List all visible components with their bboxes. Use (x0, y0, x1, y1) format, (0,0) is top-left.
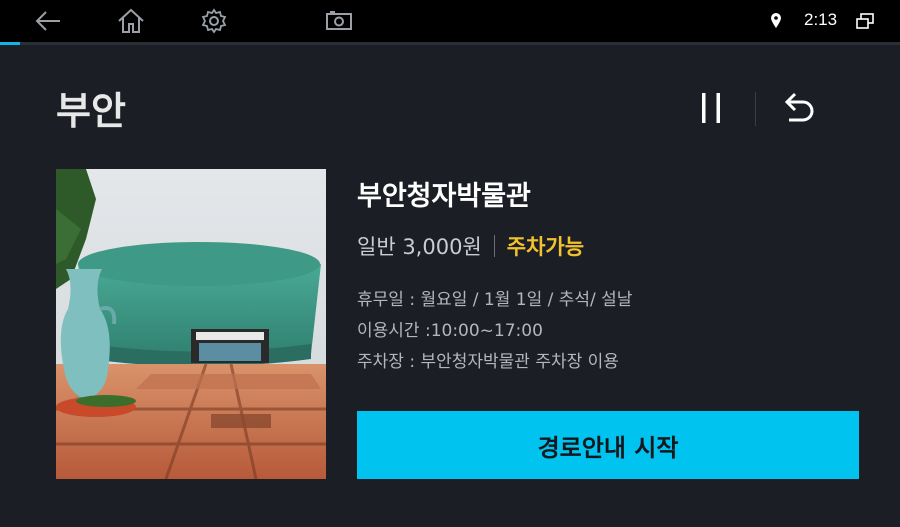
status-bar: 2:13 (0, 0, 900, 42)
price-label: 일반 3,000원 (357, 235, 482, 259)
route-progress-fill (0, 42, 20, 45)
opening-hours-text: 이용시간 :10:00~17:00 (357, 321, 543, 341)
museum-photo (56, 169, 326, 479)
home-icon[interactable] (116, 6, 146, 36)
undo-back-icon[interactable] (776, 86, 820, 130)
price-row: 일반 3,000원 주차가능 (357, 231, 584, 261)
pause-icon[interactable] (689, 86, 733, 130)
parking-info-text: 주차장 : 부안청자박물관 주차장 이용 (357, 352, 619, 372)
clock: 2:13 (804, 10, 838, 29)
route-progress-bar (0, 42, 900, 45)
parking-available-label: 주차가능 (506, 235, 585, 259)
price-separator (493, 235, 495, 257)
header-divider (755, 92, 756, 126)
camera-icon[interactable] (324, 6, 354, 36)
window-switch-icon[interactable] (850, 6, 880, 36)
closed-days-text: 휴무일 : 월요일 / 1월 1일 / 추석/ 설날 (357, 290, 633, 310)
page-title: 부안 (56, 89, 126, 133)
back-arrow-icon[interactable] (33, 6, 63, 36)
poi-name: 부안청자박물관 (357, 181, 531, 212)
gear-icon[interactable] (199, 6, 229, 36)
location-pin-icon (766, 6, 786, 36)
start-navigation-button[interactable]: 경로안내 시작 (357, 411, 859, 479)
